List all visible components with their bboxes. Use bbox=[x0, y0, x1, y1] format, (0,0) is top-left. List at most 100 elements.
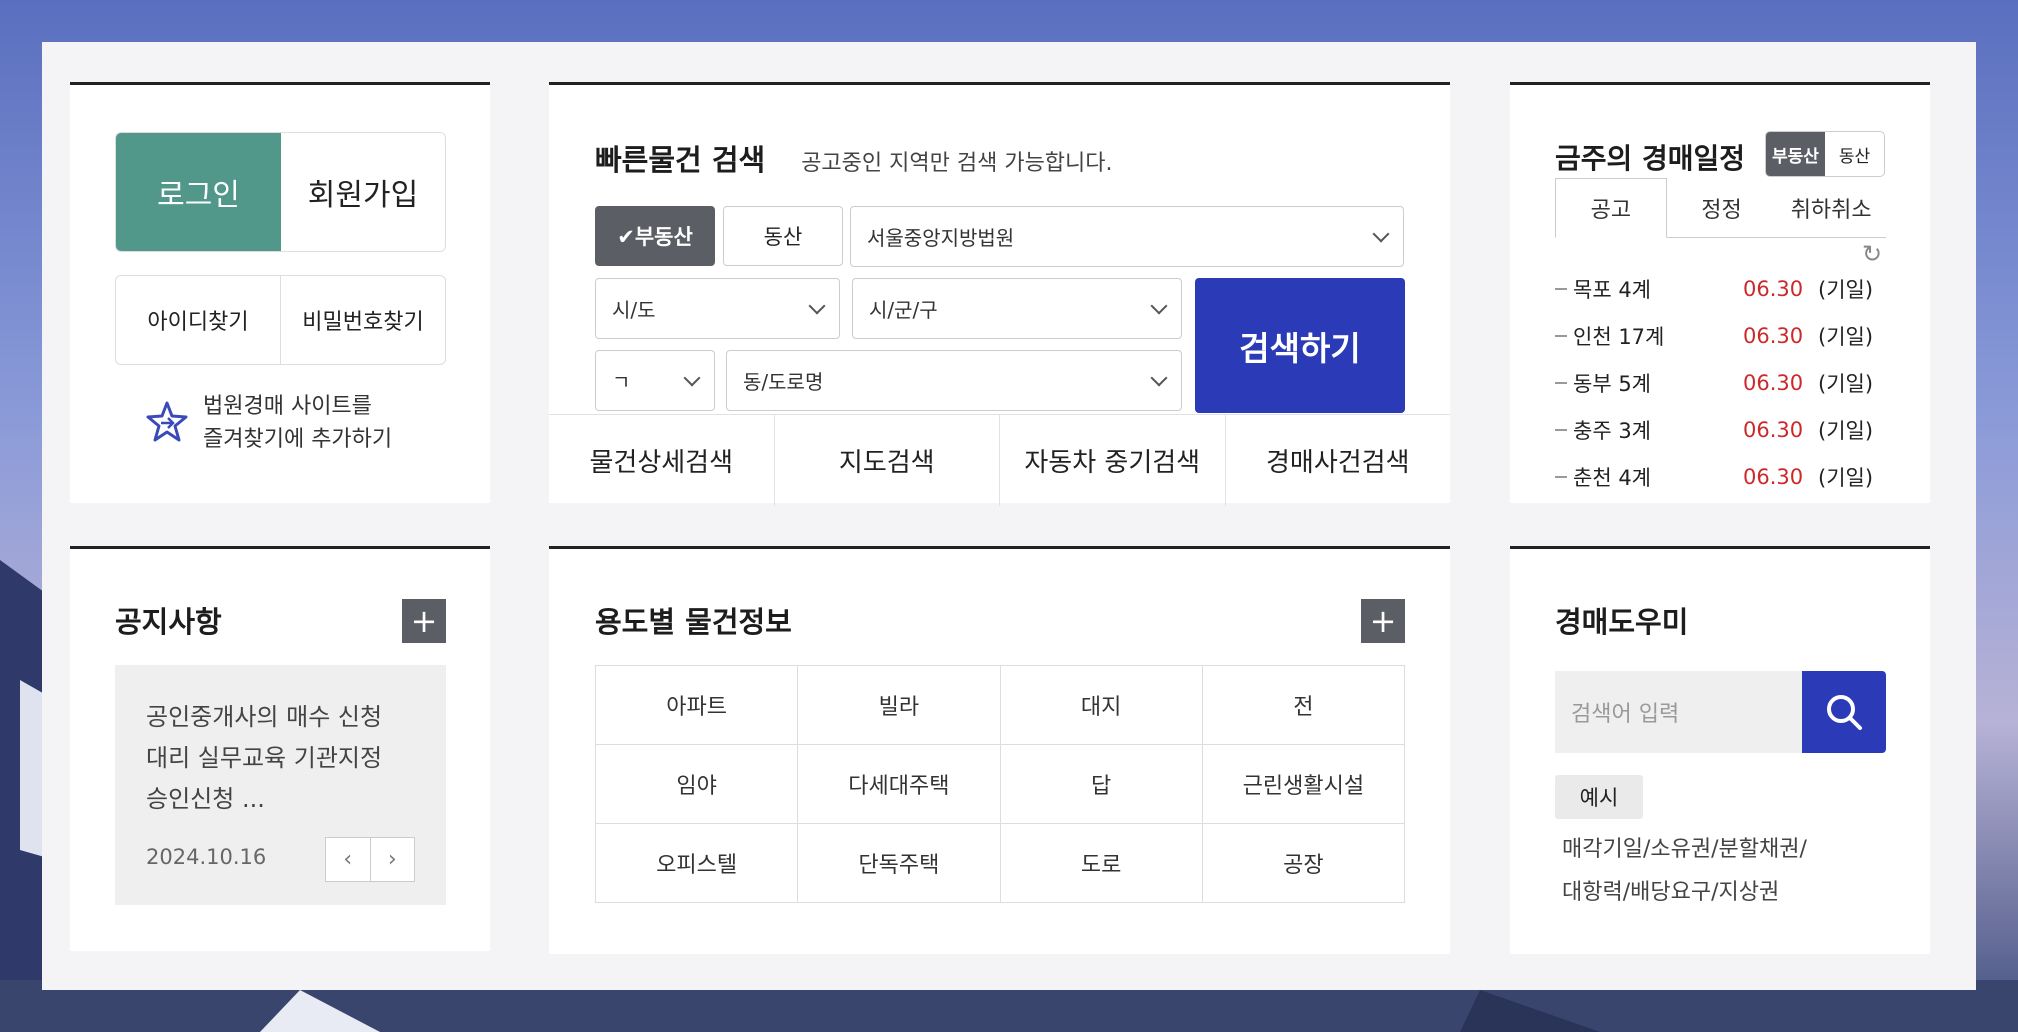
schedule-name: 동부 5계 bbox=[1573, 371, 1651, 396]
chevron-left-icon[interactable]: ‹ bbox=[326, 838, 370, 881]
notice-item[interactable]: 공인중개사의 매수 신청대리 실무교육 기관지정승인신청 ... 2024.10… bbox=[115, 665, 446, 905]
helper-title: 경매도우미 bbox=[1555, 605, 1689, 639]
category-item[interactable]: 임야 bbox=[596, 745, 799, 824]
category-item[interactable]: 대지 bbox=[1000, 666, 1203, 745]
auction-schedule-card: 금주의 경매일정 부동산 동산 공고 정정 취하취소 ↻ 목포 4계 06.30… bbox=[1510, 82, 1930, 503]
schedule-date: 06.30 bbox=[1743, 417, 1804, 442]
tab-case-search[interactable]: 경매사건검색 bbox=[1224, 415, 1451, 506]
search-button[interactable]: 검색하기 bbox=[1195, 278, 1405, 413]
sigungu-select-value: 시/군/구 bbox=[869, 298, 938, 322]
find-id-button[interactable]: 아이디찾기 bbox=[116, 276, 280, 364]
example-keywords-line1[interactable]: 매각기일/소유권/분할채권/ bbox=[1562, 828, 1862, 871]
category-item[interactable]: 전 bbox=[1202, 666, 1405, 745]
schedule-name: 목포 4계 bbox=[1573, 277, 1651, 302]
chevron-down-icon bbox=[808, 297, 826, 314]
list-item[interactable]: 춘천 4계 06.30 (기일) bbox=[1555, 453, 1886, 500]
category-title: 용도별 물건정보 bbox=[595, 605, 792, 639]
search-sub-tabs: 물건상세검색 지도검색 자동차 중기검색 경매사건검색 bbox=[549, 414, 1450, 506]
chevron-right-icon[interactable]: › bbox=[369, 838, 415, 881]
add-favorite-link[interactable]: 법원경매 사이트를 즐겨찾기에 추가하기 bbox=[145, 390, 392, 456]
join-button[interactable]: 회원가입 bbox=[281, 133, 445, 251]
notice-date: 2024.10.16 bbox=[146, 845, 267, 869]
category-item[interactable]: 빌라 bbox=[798, 666, 1001, 745]
schedule-note: (기일) bbox=[1818, 465, 1874, 490]
chevron-down-icon bbox=[683, 369, 701, 386]
tab-detail-search[interactable]: 물건상세검색 bbox=[549, 415, 774, 506]
plus-icon: + bbox=[410, 602, 438, 640]
list-item[interactable]: 인천 17계 06.30 (기일) bbox=[1555, 312, 1886, 359]
schedule-date: 06.30 bbox=[1743, 464, 1804, 489]
sido-select-value: 시/도 bbox=[612, 298, 656, 322]
sigungu-select[interactable]: 시/군/구 bbox=[852, 278, 1182, 339]
quick-search-subtitle: 공고중인 지역만 검색 가능합니다. bbox=[801, 151, 1113, 176]
schedule-title: 금주의 경매일정 bbox=[1555, 142, 1746, 175]
category-item[interactable]: 공장 bbox=[1202, 824, 1405, 903]
category-item[interactable]: 도로 bbox=[1000, 824, 1203, 903]
tab-map-search[interactable]: 지도검색 bbox=[773, 415, 1000, 506]
tab-vehicle-search[interactable]: 자동차 중기검색 bbox=[999, 415, 1225, 506]
schedule-type-toggle: 부동산 동산 bbox=[1765, 131, 1885, 177]
category-grid: 아파트 빌라 대지 전 임야 다세대주택 답 근린생활시설 오피스텔 단독주택 … bbox=[595, 665, 1405, 903]
quick-search-title: 빠른물건 검색 bbox=[595, 143, 766, 177]
tab-real-estate[interactable]: ✔부동산 bbox=[595, 206, 715, 266]
toggle-movable[interactable]: 동산 bbox=[1825, 132, 1884, 176]
category-more-button[interactable]: + bbox=[1361, 599, 1405, 643]
schedule-note: (기일) bbox=[1818, 324, 1874, 349]
auction-helper-card: 경매도우미 검색어 입력 예시 매각기일/소유권/분할채권/ 대항력/배당요구/… bbox=[1510, 546, 1930, 954]
schedule-note: (기일) bbox=[1818, 277, 1874, 302]
schedule-date: 06.30 bbox=[1743, 276, 1804, 301]
quick-search-card: 빠른물건 검색 공고중인 지역만 검색 가능합니다. ✔부동산 동산 서울중앙지… bbox=[549, 82, 1450, 506]
example-tag: 예시 bbox=[1555, 775, 1643, 819]
login-join-group: 로그인 회원가입 bbox=[115, 132, 446, 252]
dong-select-value: 동/도로명 bbox=[743, 370, 824, 394]
schedule-name: 충주 3계 bbox=[1573, 418, 1651, 443]
search-icon bbox=[1827, 695, 1862, 730]
schedule-date: 06.30 bbox=[1743, 370, 1804, 395]
favorite-text-line2: 즐겨찾기에 추가하기 bbox=[203, 427, 393, 452]
schedule-list: 목포 4계 06.30 (기일) 인천 17계 06.30 (기일) 동부 5계… bbox=[1555, 265, 1886, 500]
tab-movable[interactable]: 동산 bbox=[723, 206, 843, 266]
helper-search-input[interactable]: 검색어 입력 bbox=[1555, 671, 1802, 753]
plus-icon: + bbox=[1369, 602, 1397, 640]
sido-select[interactable]: 시/도 bbox=[595, 278, 840, 339]
chevron-down-icon bbox=[1372, 225, 1390, 242]
notice-text: 공인중개사의 매수 신청대리 실무교육 기관지정승인신청 ... bbox=[146, 703, 383, 813]
chevron-down-icon bbox=[1150, 369, 1168, 386]
dong-select[interactable]: 동/도로명 bbox=[726, 350, 1182, 411]
helper-search-button[interactable] bbox=[1802, 671, 1886, 753]
notice-card: 공지사항 + 공인중개사의 매수 신청대리 실무교육 기관지정승인신청 ... … bbox=[70, 546, 490, 951]
star-icon bbox=[146, 401, 188, 442]
tab-correction[interactable]: 정정 bbox=[1667, 178, 1777, 237]
favorite-text-line1: 법원경매 사이트를 bbox=[203, 394, 372, 419]
initial-select[interactable]: ㄱ bbox=[595, 350, 715, 411]
chevron-down-icon bbox=[1150, 297, 1168, 314]
category-item[interactable]: 아파트 bbox=[596, 666, 799, 745]
category-item[interactable]: 단독주택 bbox=[798, 824, 1001, 903]
find-password-button[interactable]: 비밀번호찾기 bbox=[280, 276, 445, 364]
notice-pager: ‹ › bbox=[325, 837, 415, 882]
schedule-name: 춘천 4계 bbox=[1573, 465, 1651, 490]
refresh-icon[interactable]: ↻ bbox=[1862, 240, 1882, 268]
find-account-group: 아이디찾기 비밀번호찾기 bbox=[115, 275, 446, 365]
schedule-note: (기일) bbox=[1818, 418, 1874, 443]
schedule-date: 06.30 bbox=[1743, 323, 1804, 348]
tab-notice[interactable]: 공고 bbox=[1555, 178, 1667, 238]
category-item[interactable]: 근린생활시설 bbox=[1202, 745, 1405, 824]
list-item[interactable]: 목포 4계 06.30 (기일) bbox=[1555, 265, 1886, 312]
category-item[interactable]: 다세대주택 bbox=[798, 745, 1001, 824]
category-item[interactable]: 답 bbox=[1000, 745, 1203, 824]
login-card: 로그인 회원가입 아이디찾기 비밀번호찾기 법원경매 사이트를 즐겨찾기에 추가… bbox=[70, 82, 490, 503]
login-button[interactable]: 로그인 bbox=[116, 133, 281, 251]
notice-more-button[interactable]: + bbox=[402, 599, 446, 643]
list-item[interactable]: 충주 3계 06.30 (기일) bbox=[1555, 406, 1886, 453]
category-card: 용도별 물건정보 + 아파트 빌라 대지 전 임야 다세대주택 답 근린생활시설… bbox=[549, 546, 1450, 954]
court-select[interactable]: 서울중앙지방법원 bbox=[850, 206, 1404, 267]
court-select-value: 서울중앙지방법원 bbox=[867, 226, 1015, 250]
list-item[interactable]: 동부 5계 06.30 (기일) bbox=[1555, 359, 1886, 406]
schedule-tabs: 공고 정정 취하취소 bbox=[1555, 178, 1886, 238]
initial-select-value: ㄱ bbox=[612, 370, 631, 394]
toggle-real-estate[interactable]: 부동산 bbox=[1766, 132, 1825, 176]
example-keywords-line2[interactable]: 대항력/배당요구/지상권 bbox=[1562, 871, 1862, 914]
category-item[interactable]: 오피스텔 bbox=[596, 824, 799, 903]
tab-cancel[interactable]: 취하취소 bbox=[1776, 178, 1886, 237]
